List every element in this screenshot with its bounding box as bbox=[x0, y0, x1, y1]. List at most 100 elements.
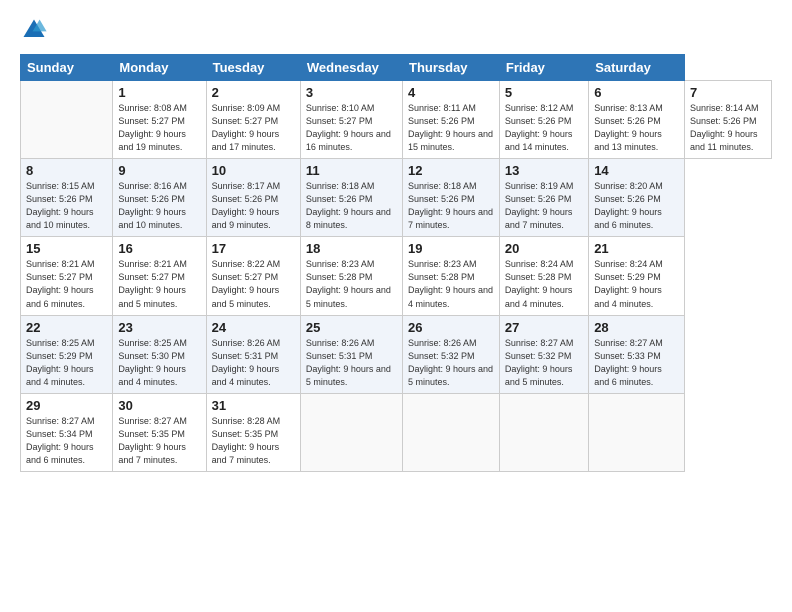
day-number: 21 bbox=[594, 241, 679, 256]
day-number: 6 bbox=[594, 85, 679, 100]
day-info: Sunrise: 8:18 AMSunset: 5:26 PMDaylight:… bbox=[408, 180, 494, 232]
day-info: Sunrise: 8:13 AMSunset: 5:26 PMDaylight:… bbox=[594, 102, 679, 154]
col-header-thursday: Thursday bbox=[403, 55, 500, 81]
day-info: Sunrise: 8:08 AMSunset: 5:27 PMDaylight:… bbox=[118, 102, 200, 154]
calendar-cell: 8Sunrise: 8:15 AMSunset: 5:26 PMDaylight… bbox=[21, 159, 113, 237]
day-info: Sunrise: 8:11 AMSunset: 5:26 PMDaylight:… bbox=[408, 102, 494, 154]
day-number: 5 bbox=[505, 85, 583, 100]
day-info: Sunrise: 8:18 AMSunset: 5:26 PMDaylight:… bbox=[306, 180, 397, 232]
day-info: Sunrise: 8:25 AMSunset: 5:30 PMDaylight:… bbox=[118, 337, 200, 389]
day-info: Sunrise: 8:21 AMSunset: 5:27 PMDaylight:… bbox=[26, 258, 107, 310]
calendar-cell: 17Sunrise: 8:22 AMSunset: 5:27 PMDayligh… bbox=[206, 237, 300, 315]
calendar-week-row: 8Sunrise: 8:15 AMSunset: 5:26 PMDaylight… bbox=[21, 159, 772, 237]
day-number: 2 bbox=[212, 85, 295, 100]
day-number: 10 bbox=[212, 163, 295, 178]
calendar-cell: 28 Sunrise: 8:27 AMSunset: 5:33 PMDayligh… bbox=[589, 315, 685, 393]
day-number: 28 bbox=[594, 320, 679, 335]
day-info: Sunrise: 8:10 AMSunset: 5:27 PMDaylight:… bbox=[306, 102, 397, 154]
logo-icon bbox=[20, 16, 48, 44]
calendar-cell: 12 Sunrise: 8:18 AMSunset: 5:26 PMDayligh… bbox=[403, 159, 500, 237]
calendar-cell: 25 Sunrise: 8:26 AMSunset: 5:31 PMDayligh… bbox=[300, 315, 402, 393]
header bbox=[20, 16, 772, 44]
calendar-week-row: 15 Sunrise: 8:21 AMSunset: 5:27 PMDayligh… bbox=[21, 237, 772, 315]
calendar-cell: 2 Sunrise: 8:09 AMSunset: 5:27 PMDaylight… bbox=[206, 81, 300, 159]
calendar-cell bbox=[300, 393, 402, 471]
day-number: 12 bbox=[408, 163, 494, 178]
day-number: 25 bbox=[306, 320, 397, 335]
day-number: 16 bbox=[118, 241, 200, 256]
calendar-cell: 15 Sunrise: 8:21 AMSunset: 5:27 PMDayligh… bbox=[21, 237, 113, 315]
calendar-cell: 1 Sunrise: 8:08 AMSunset: 5:27 PMDaylight… bbox=[113, 81, 206, 159]
day-info: Sunrise: 8:25 AMSunset: 5:29 PMDaylight:… bbox=[26, 337, 107, 389]
col-header-tuesday: Tuesday bbox=[206, 55, 300, 81]
day-info: Sunrise: 8:28 AMSunset: 5:35 PMDaylight:… bbox=[212, 415, 295, 467]
day-info: Sunrise: 8:26 AMSunset: 5:31 PMDaylight:… bbox=[306, 337, 397, 389]
day-number: 23 bbox=[118, 320, 200, 335]
calendar-cell: 14 Sunrise: 8:20 AMSunset: 5:26 PMDayligh… bbox=[589, 159, 685, 237]
day-info: Sunrise: 8:16 AMSunset: 5:26 PMDaylight:… bbox=[118, 180, 200, 232]
calendar-cell: 23 Sunrise: 8:25 AMSunset: 5:30 PMDayligh… bbox=[113, 315, 206, 393]
day-number: 11 bbox=[306, 163, 397, 178]
day-info: Sunrise: 8:26 AMSunset: 5:31 PMDaylight:… bbox=[212, 337, 295, 389]
calendar-cell: 26Sunrise: 8:26 AMSunset: 5:32 PMDayligh… bbox=[403, 315, 500, 393]
calendar-week-row: 22 Sunrise: 8:25 AMSunset: 5:29 PMDayligh… bbox=[21, 315, 772, 393]
calendar-week-row: 29Sunrise: 8:27 AMSunset: 5:34 PMDayligh… bbox=[21, 393, 772, 471]
col-header-sunday: Sunday bbox=[21, 55, 113, 81]
calendar-cell: 10 Sunrise: 8:17 AMSunset: 5:26 PMDayligh… bbox=[206, 159, 300, 237]
day-number: 1 bbox=[118, 85, 200, 100]
day-info: Sunrise: 8:23 AMSunset: 5:28 PMDaylight:… bbox=[306, 258, 397, 310]
calendar-cell: 29Sunrise: 8:27 AMSunset: 5:34 PMDayligh… bbox=[21, 393, 113, 471]
day-info: Sunrise: 8:21 AMSunset: 5:27 PMDaylight:… bbox=[118, 258, 200, 310]
calendar-cell: 18Sunrise: 8:23 AMSunset: 5:28 PMDayligh… bbox=[300, 237, 402, 315]
day-info: Sunrise: 8:15 AMSunset: 5:26 PMDaylight:… bbox=[26, 180, 107, 232]
calendar-cell bbox=[589, 393, 685, 471]
calendar-cell: 27 Sunrise: 8:27 AMSunset: 5:32 PMDayligh… bbox=[499, 315, 588, 393]
day-number: 24 bbox=[212, 320, 295, 335]
calendar-cell: 20Sunrise: 8:24 AMSunset: 5:28 PMDayligh… bbox=[499, 237, 588, 315]
calendar-cell: 30 Sunrise: 8:27 AMSunset: 5:35 PMDayligh… bbox=[113, 393, 206, 471]
calendar-cell bbox=[499, 393, 588, 471]
day-info: Sunrise: 8:17 AMSunset: 5:26 PMDaylight:… bbox=[212, 180, 295, 232]
calendar-week-row: 1 Sunrise: 8:08 AMSunset: 5:27 PMDaylight… bbox=[21, 81, 772, 159]
day-number: 17 bbox=[212, 241, 295, 256]
day-info: Sunrise: 8:19 AMSunset: 5:26 PMDaylight:… bbox=[505, 180, 583, 232]
day-number: 27 bbox=[505, 320, 583, 335]
calendar-cell bbox=[21, 81, 113, 159]
day-number: 31 bbox=[212, 398, 295, 413]
calendar-cell: 11 Sunrise: 8:18 AMSunset: 5:26 PMDayligh… bbox=[300, 159, 402, 237]
day-info: Sunrise: 8:27 AMSunset: 5:34 PMDaylight:… bbox=[26, 415, 107, 467]
day-info: Sunrise: 8:09 AMSunset: 5:27 PMDaylight:… bbox=[212, 102, 295, 154]
calendar-cell: 4 Sunrise: 8:11 AMSunset: 5:26 PMDaylight… bbox=[403, 81, 500, 159]
calendar-cell: 3 Sunrise: 8:10 AMSunset: 5:27 PMDaylight… bbox=[300, 81, 402, 159]
day-number: 22 bbox=[26, 320, 107, 335]
col-header-saturday: Saturday bbox=[589, 55, 685, 81]
day-number: 19 bbox=[408, 241, 494, 256]
day-number: 7 bbox=[690, 85, 766, 100]
calendar-cell: 19 Sunrise: 8:23 AMSunset: 5:28 PMDayligh… bbox=[403, 237, 500, 315]
calendar-table: SundayMondayTuesdayWednesdayThursdayFrid… bbox=[20, 54, 772, 472]
day-info: Sunrise: 8:23 AMSunset: 5:28 PMDaylight:… bbox=[408, 258, 494, 310]
day-info: Sunrise: 8:20 AMSunset: 5:26 PMDaylight:… bbox=[594, 180, 679, 232]
col-header-monday: Monday bbox=[113, 55, 206, 81]
calendar-cell: 6 Sunrise: 8:13 AMSunset: 5:26 PMDaylight… bbox=[589, 81, 685, 159]
calendar-header-row: SundayMondayTuesdayWednesdayThursdayFrid… bbox=[21, 55, 772, 81]
day-info: Sunrise: 8:27 AMSunset: 5:32 PMDaylight:… bbox=[505, 337, 583, 389]
day-number: 30 bbox=[118, 398, 200, 413]
day-number: 15 bbox=[26, 241, 107, 256]
day-number: 4 bbox=[408, 85, 494, 100]
day-number: 20 bbox=[505, 241, 583, 256]
calendar-cell: 31 Sunrise: 8:28 AMSunset: 5:35 PMDayligh… bbox=[206, 393, 300, 471]
day-number: 14 bbox=[594, 163, 679, 178]
calendar-cell: 7 Sunrise: 8:14 AMSunset: 5:26 PMDaylight… bbox=[684, 81, 771, 159]
day-info: Sunrise: 8:24 AMSunset: 5:29 PMDaylight:… bbox=[594, 258, 679, 310]
calendar-cell: 21 Sunrise: 8:24 AMSunset: 5:29 PMDayligh… bbox=[589, 237, 685, 315]
calendar-cell bbox=[403, 393, 500, 471]
calendar-cell: 13Sunrise: 8:19 AMSunset: 5:26 PMDayligh… bbox=[499, 159, 588, 237]
day-number: 3 bbox=[306, 85, 397, 100]
day-info: Sunrise: 8:27 AMSunset: 5:35 PMDaylight:… bbox=[118, 415, 200, 467]
day-info: Sunrise: 8:27 AMSunset: 5:33 PMDaylight:… bbox=[594, 337, 679, 389]
day-info: Sunrise: 8:14 AMSunset: 5:26 PMDaylight:… bbox=[690, 102, 766, 154]
col-header-friday: Friday bbox=[499, 55, 588, 81]
page: SundayMondayTuesdayWednesdayThursdayFrid… bbox=[0, 0, 792, 482]
col-header-wednesday: Wednesday bbox=[300, 55, 402, 81]
